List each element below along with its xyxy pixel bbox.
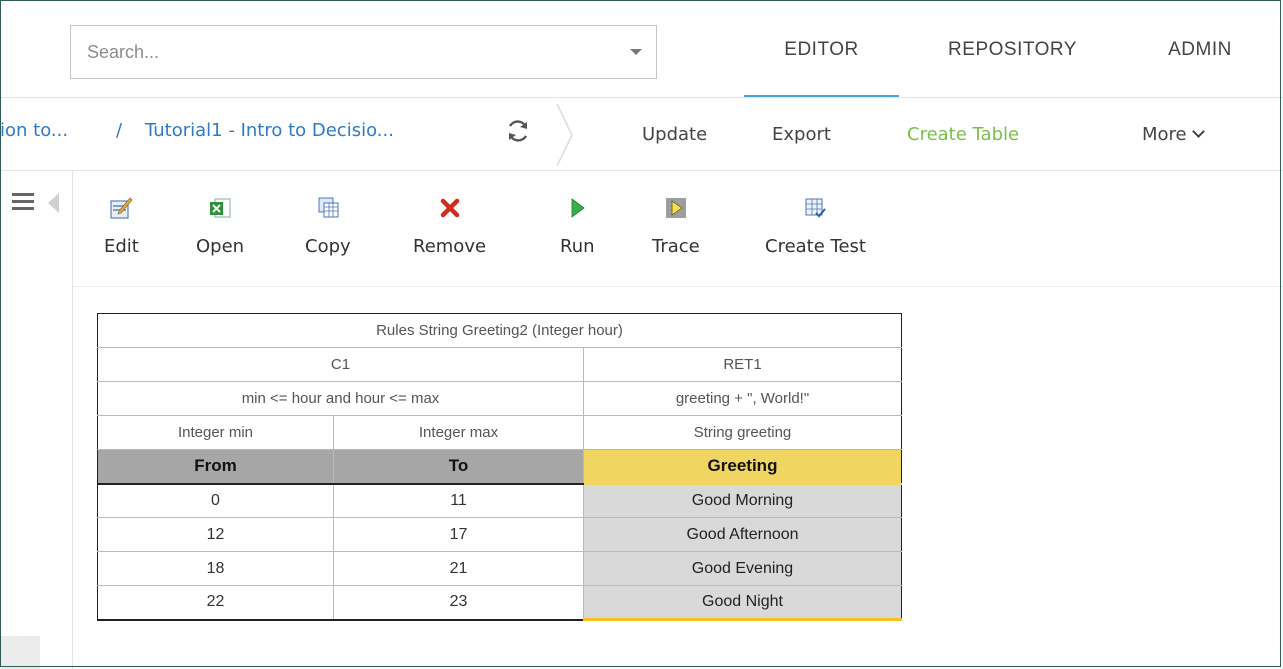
create-test-label: Create Test	[765, 236, 866, 257]
from-cell[interactable]: 18	[97, 551, 334, 586]
trace-icon	[664, 190, 688, 220]
copy-table-icon	[316, 190, 340, 220]
create-table-button[interactable]: Create Table	[907, 124, 1019, 145]
toolbar-divider	[73, 286, 1283, 287]
trace-button[interactable]: Trace	[652, 190, 700, 257]
copy-button[interactable]: Copy	[305, 190, 351, 257]
breadcrumb-item-module[interactable]: Tutorial1 - Intro to Decisio...	[145, 120, 394, 141]
export-button[interactable]: Export	[772, 124, 831, 145]
table-row: 22 23 Good Night	[97, 585, 902, 621]
open-button[interactable]: Open	[196, 190, 244, 257]
trace-label: Trace	[652, 236, 700, 257]
left-sidebar-rail	[0, 171, 73, 669]
chevron-down-icon	[1191, 125, 1205, 138]
nav-tab-admin[interactable]: ADMIN	[1145, 0, 1255, 100]
breadcrumb-chevron-icon	[555, 102, 575, 172]
remove-label: Remove	[413, 236, 487, 257]
edit-icon	[109, 190, 133, 220]
to-cell[interactable]: 23	[333, 585, 584, 621]
collapse-sidebar-icon[interactable]	[48, 193, 59, 213]
breadcrumb-item-project[interactable]: ion to...	[0, 120, 68, 141]
run-label: Run	[560, 236, 595, 257]
edit-label: Edit	[104, 236, 139, 257]
edit-button[interactable]: Edit	[104, 190, 139, 257]
nav-tab-editor[interactable]: EDITOR	[744, 0, 899, 100]
nav-tab-editor-label: EDITOR	[784, 39, 859, 60]
table-title[interactable]: Rules String Greeting2 (Integer hour)	[97, 313, 902, 348]
create-test-icon	[803, 190, 827, 220]
more-menu-label: More	[1142, 124, 1187, 145]
condition-expression-cell[interactable]: min <= hour and hour <= max	[97, 381, 584, 416]
excel-icon	[208, 190, 232, 220]
update-button[interactable]: Update	[642, 124, 707, 145]
column-header-to[interactable]: To	[333, 449, 584, 485]
create-test-button[interactable]: Create Test	[765, 190, 866, 257]
table-row: 0 11 Good Morning	[97, 483, 902, 518]
column-header-from[interactable]: From	[97, 449, 334, 485]
breadcrumb-divider	[0, 170, 1283, 171]
greeting-cell[interactable]: Good Afternoon	[583, 517, 902, 552]
run-button[interactable]: Run	[560, 190, 595, 257]
to-cell[interactable]: 21	[333, 551, 584, 586]
sidebar-scroll-handle[interactable]	[0, 636, 40, 669]
return-id-cell[interactable]: RET1	[583, 347, 902, 382]
menu-icon[interactable]	[12, 192, 34, 214]
from-cell[interactable]: 22	[97, 585, 334, 621]
nav-tab-repository-label: REPOSITORY	[948, 39, 1077, 60]
more-menu-button[interactable]: More	[1142, 124, 1205, 145]
search-box[interactable]	[70, 25, 657, 79]
remove-button[interactable]: Remove	[413, 190, 486, 257]
header-divider	[0, 97, 1283, 98]
breadcrumb-separator: /	[116, 120, 123, 141]
table-row: 12 17 Good Afternoon	[97, 517, 902, 552]
param-max-cell[interactable]: Integer max	[333, 415, 584, 450]
nav-tab-admin-label: ADMIN	[1168, 39, 1232, 60]
dropdown-caret-icon[interactable]	[630, 49, 642, 55]
from-cell[interactable]: 12	[97, 517, 334, 552]
table-row: 18 21 Good Evening	[97, 551, 902, 586]
greeting-cell[interactable]: Good Morning	[583, 483, 902, 518]
column-header-greeting[interactable]: Greeting	[583, 449, 902, 485]
search-input[interactable]	[85, 40, 622, 64]
refresh-icon[interactable]	[505, 118, 531, 148]
from-cell[interactable]: 0	[97, 483, 334, 518]
decision-table: Rules String Greeting2 (Integer hour) C1…	[97, 313, 902, 621]
greeting-cell[interactable]: Good Evening	[583, 551, 902, 586]
condition-id-cell[interactable]: C1	[97, 347, 584, 382]
run-icon	[565, 190, 589, 220]
open-label: Open	[196, 236, 245, 257]
param-greeting-cell[interactable]: String greeting	[583, 415, 902, 450]
to-cell[interactable]: 17	[333, 517, 584, 552]
greeting-cell[interactable]: Good Night	[583, 585, 902, 621]
nav-tab-repository[interactable]: REPOSITORY	[920, 0, 1105, 100]
return-expression-cell[interactable]: greeting + ", World!"	[583, 381, 902, 416]
to-cell[interactable]: 11	[333, 483, 584, 518]
copy-label: Copy	[305, 236, 351, 257]
param-min-cell[interactable]: Integer min	[97, 415, 334, 450]
remove-icon	[438, 190, 462, 220]
